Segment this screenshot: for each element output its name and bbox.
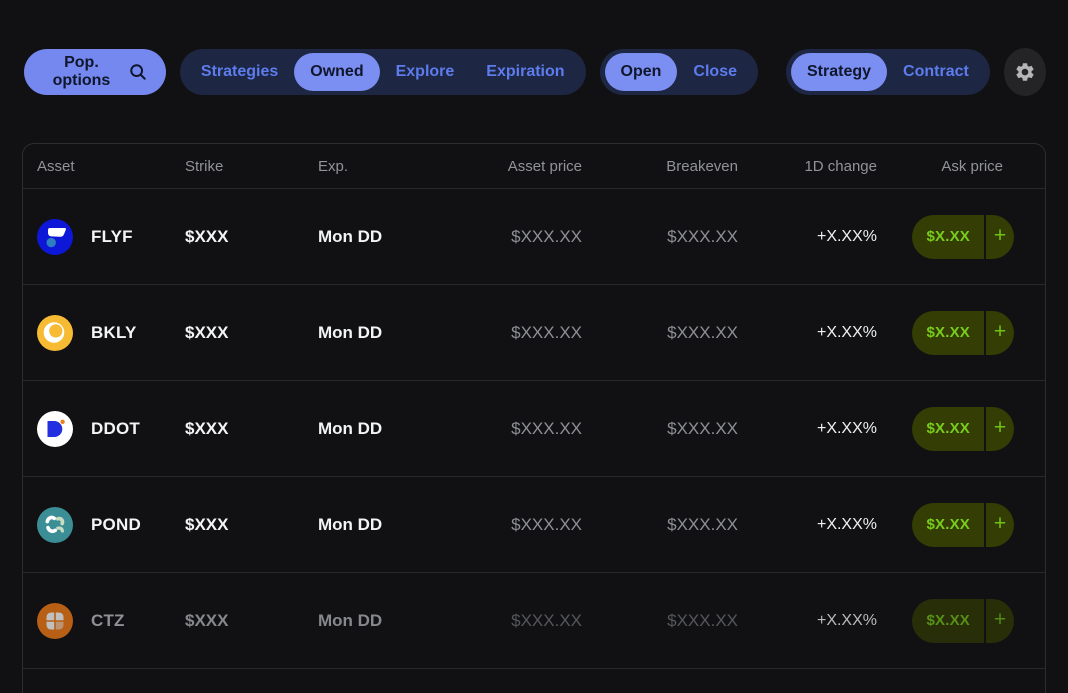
table-header: Asset Strike Exp. Asset price Breakeven … xyxy=(23,144,1045,189)
1d-change-value: +X.XX% xyxy=(738,228,877,246)
column-header-ask-price: Ask price xyxy=(877,158,1045,175)
asset-ticker: BKLY xyxy=(91,323,137,343)
settings-button[interactable] xyxy=(1004,48,1046,96)
gear-icon xyxy=(1014,61,1036,83)
toggle-close[interactable]: Close xyxy=(677,53,753,91)
ask-price-cell: $X.XX + xyxy=(877,599,1045,643)
toolbar: Pop. options Strategies Owned Explore Ex… xyxy=(24,48,1046,96)
ask-plus-button[interactable]: + xyxy=(984,503,1014,547)
ask-plus-button[interactable]: + xyxy=(984,311,1014,355)
strike-value: $XXX xyxy=(171,227,304,247)
strike-value: $XXX xyxy=(171,419,304,439)
breakeven-value: $XXX.XX xyxy=(582,227,738,247)
ask-price-button[interactable]: $X.XX xyxy=(912,407,984,451)
ask-price-value: $X.XX xyxy=(926,324,970,341)
column-header-asset-price: Asset price xyxy=(444,158,582,175)
ask-plus-button[interactable]: + xyxy=(984,215,1014,259)
asset-cell: CTZ xyxy=(23,603,171,639)
strategy-contract-segmented-control: Strategy Contract xyxy=(786,49,990,95)
pop-options-button[interactable]: Pop. options xyxy=(24,49,166,95)
breakeven-value: $XXX.XX xyxy=(582,323,738,343)
breakeven-value: $XXX.XX xyxy=(582,611,738,631)
plus-icon: + xyxy=(994,417,1006,438)
asset-ticker: DDOT xyxy=(91,419,140,439)
ask-price-value: $X.XX xyxy=(926,420,970,437)
ask-price-cell: $X.XX + xyxy=(877,407,1045,451)
plus-icon: + xyxy=(994,225,1006,246)
column-header-strike: Strike xyxy=(171,158,304,175)
breakeven-value: $XXX.XX xyxy=(582,515,738,535)
ask-price-button[interactable]: $X.XX xyxy=(912,311,984,355)
toggle-contract[interactable]: Contract xyxy=(887,53,985,91)
table-body: FLYF $XXX Mon DD $XXX.XX $XXX.XX +X.XX% … xyxy=(23,189,1045,669)
strike-value: $XXX xyxy=(171,515,304,535)
asset-price-value: $XXX.XX xyxy=(444,611,582,631)
asset-price-value: $XXX.XX xyxy=(444,227,582,247)
pond-logo-icon xyxy=(37,507,73,543)
table-row[interactable]: BKLY $XXX Mon DD $XXX.XX $XXX.XX +X.XX% … xyxy=(23,285,1045,381)
toggle-open[interactable]: Open xyxy=(605,53,678,91)
toggle-strategy[interactable]: Strategy xyxy=(791,53,887,91)
plus-icon: + xyxy=(994,513,1006,534)
ask-price-button[interactable]: $X.XX xyxy=(912,503,984,547)
asset-cell: DDOT xyxy=(23,411,171,447)
plus-icon: + xyxy=(994,321,1006,342)
asset-ticker: POND xyxy=(91,515,141,535)
asset-ticker: CTZ xyxy=(91,611,125,631)
asset-price-value: $XXX.XX xyxy=(444,323,582,343)
plus-icon: + xyxy=(994,609,1006,630)
ask-price-button[interactable]: $X.XX xyxy=(912,215,984,259)
asset-ticker: FLYF xyxy=(91,227,133,247)
tab-explore[interactable]: Explore xyxy=(380,53,471,91)
column-header-breakeven: Breakeven xyxy=(582,158,738,175)
expiration-value: Mon DD xyxy=(304,419,444,439)
asset-price-value: $XXX.XX xyxy=(444,515,582,535)
ask-plus-button[interactable]: + xyxy=(984,599,1014,643)
expiration-value: Mon DD xyxy=(304,227,444,247)
column-header-1d-change: 1D change xyxy=(738,158,877,175)
asset-cell: FLYF xyxy=(23,219,171,255)
ask-price-button[interactable]: $X.XX xyxy=(912,599,984,643)
pop-options-label: Pop. options xyxy=(43,54,120,90)
open-close-segmented-control: Open Close xyxy=(600,49,758,95)
tab-expiration[interactable]: Expiration xyxy=(470,53,580,91)
asset-cell: POND xyxy=(23,507,171,543)
table-row[interactable]: POND $XXX Mon DD $XXX.XX $XXX.XX +X.XX% … xyxy=(23,477,1045,573)
asset-cell: BKLY xyxy=(23,315,171,351)
ask-plus-button[interactable]: + xyxy=(984,407,1014,451)
expiration-value: Mon DD xyxy=(304,611,444,631)
view-segmented-control: Strategies Owned Explore Expiration xyxy=(180,49,586,95)
expiration-value: Mon DD xyxy=(304,515,444,535)
1d-change-value: +X.XX% xyxy=(738,420,877,438)
asset-price-value: $XXX.XX xyxy=(444,419,582,439)
ask-price-value: $X.XX xyxy=(926,516,970,533)
tab-strategies[interactable]: Strategies xyxy=(185,53,294,91)
ctz-logo-icon xyxy=(37,603,73,639)
bkly-logo-icon xyxy=(37,315,73,351)
strike-value: $XXX xyxy=(171,611,304,631)
ask-price-cell: $X.XX + xyxy=(877,311,1045,355)
strike-value: $XXX xyxy=(171,323,304,343)
flyf-logo-icon xyxy=(37,219,73,255)
expiration-value: Mon DD xyxy=(304,323,444,343)
table-row[interactable]: DDOT $XXX Mon DD $XXX.XX $XXX.XX +X.XX% … xyxy=(23,381,1045,477)
ask-price-cell: $X.XX + xyxy=(877,215,1045,259)
ask-price-cell: $X.XX + xyxy=(877,503,1045,547)
search-icon xyxy=(129,63,147,81)
table-row[interactable]: FLYF $XXX Mon DD $XXX.XX $XXX.XX +X.XX% … xyxy=(23,189,1045,285)
tab-owned[interactable]: Owned xyxy=(294,53,379,91)
options-table: Asset Strike Exp. Asset price Breakeven … xyxy=(22,143,1046,693)
breakeven-value: $XXX.XX xyxy=(582,419,738,439)
1d-change-value: +X.XX% xyxy=(738,516,877,534)
1d-change-value: +X.XX% xyxy=(738,612,877,630)
table-row[interactable]: CTZ $XXX Mon DD $XXX.XX $XXX.XX +X.XX% $… xyxy=(23,573,1045,669)
ddot-logo-icon xyxy=(37,411,73,447)
ask-price-value: $X.XX xyxy=(926,612,970,629)
column-header-asset: Asset xyxy=(23,158,171,175)
ask-price-value: $X.XX xyxy=(926,228,970,245)
column-header-exp: Exp. xyxy=(304,158,444,175)
1d-change-value: +X.XX% xyxy=(738,324,877,342)
